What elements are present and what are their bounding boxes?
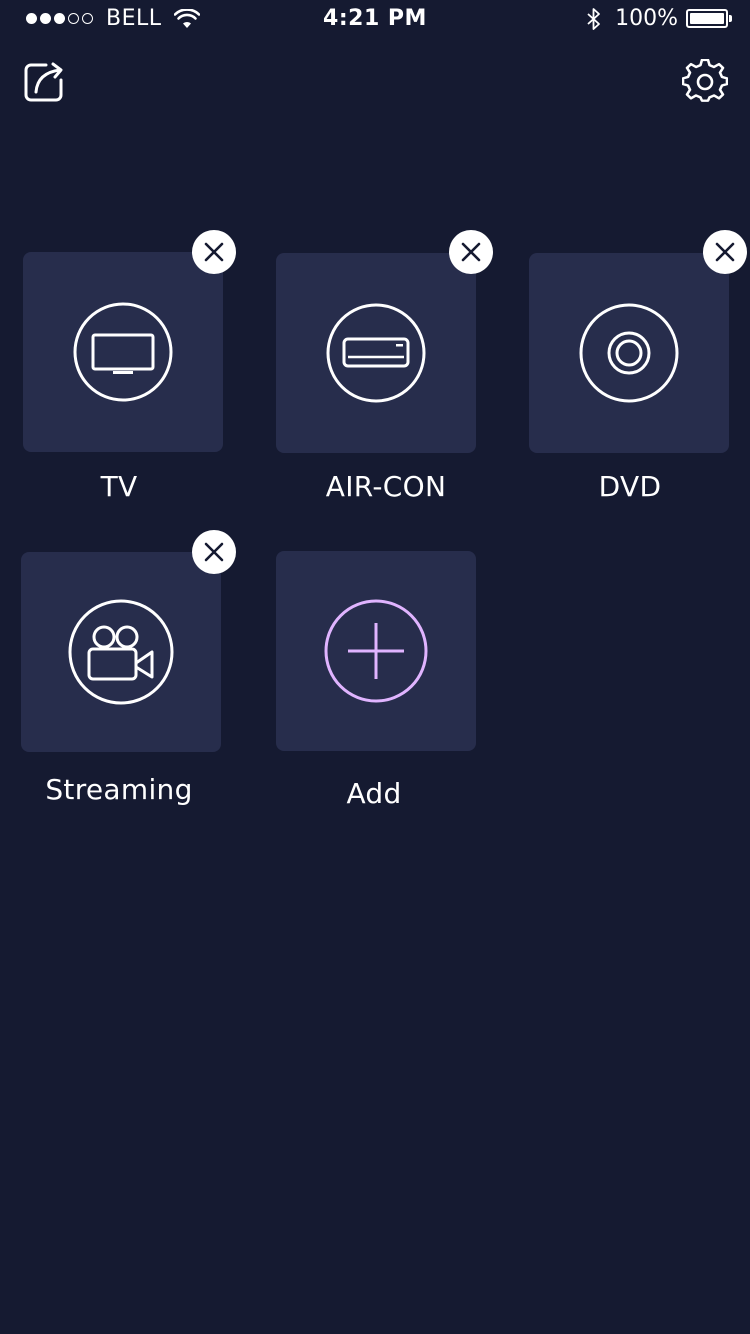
settings-button[interactable]	[681, 58, 729, 106]
share-button[interactable]	[20, 58, 68, 106]
device-tile-dvd[interactable]	[529, 253, 729, 453]
close-icon	[204, 542, 224, 562]
disc-icon	[579, 303, 679, 403]
device-label-tv: TV	[100, 470, 138, 503]
device-tile-tv[interactable]	[23, 252, 223, 452]
device-tile-air-con[interactable]	[276, 253, 476, 453]
remove-device-dvd-button[interactable]	[703, 230, 747, 274]
remove-device-streaming-button[interactable]	[192, 530, 236, 574]
device-list-screen: BELL 4:21 PM 100% TV AIR-CON DVD Streami…	[0, 0, 750, 1334]
bluetooth-icon	[587, 7, 600, 30]
battery-percent: 100%	[615, 6, 678, 31]
device-label-dvd: DVD	[598, 470, 662, 503]
plus-icon	[324, 599, 428, 703]
battery-icon	[686, 9, 732, 28]
device-label-streaming: Streaming	[45, 773, 193, 806]
status-bar: BELL 4:21 PM 100%	[0, 0, 750, 40]
device-label-air-con: AIR-CON	[325, 470, 447, 503]
device-tile-streaming[interactable]	[21, 552, 221, 752]
video-camera-icon	[68, 599, 174, 705]
gear-icon	[682, 59, 728, 102]
close-icon	[204, 242, 224, 262]
add-device-button[interactable]	[276, 551, 476, 751]
share-icon	[24, 62, 63, 102]
add-device-label: Add	[346, 777, 402, 810]
close-icon	[461, 242, 481, 262]
close-icon	[715, 242, 735, 262]
tv-icon	[73, 302, 173, 402]
remove-device-tv-button[interactable]	[192, 230, 236, 274]
remove-device-air-con-button[interactable]	[449, 230, 493, 274]
status-right: 100%	[587, 6, 732, 31]
air-conditioner-icon	[326, 303, 426, 403]
